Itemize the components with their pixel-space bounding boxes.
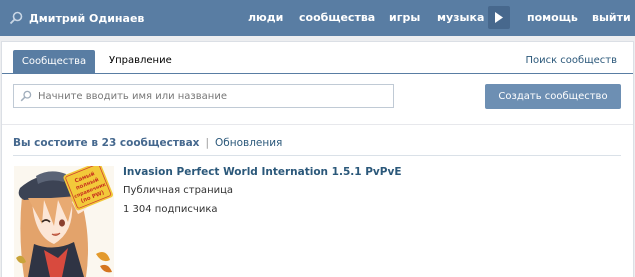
user-profile-link[interactable]: Дмитрий Одинаев bbox=[9, 0, 144, 36]
nav-people[interactable]: люди bbox=[248, 11, 283, 24]
tab-manage[interactable]: Управление bbox=[109, 55, 172, 66]
magnifier-icon bbox=[9, 11, 23, 25]
membership-summary: Вы состоите в 23 сообществах | Обновлени… bbox=[13, 137, 282, 149]
summary-separator: | bbox=[205, 137, 209, 149]
community-name-link[interactable]: Invasion Perfect World Internation 1.5.1… bbox=[123, 166, 402, 178]
nav-help[interactable]: помощь bbox=[527, 11, 578, 24]
search-input[interactable] bbox=[38, 90, 378, 102]
user-name[interactable]: Дмитрий Одинаев bbox=[29, 12, 144, 25]
anime-girl-avatar-image: Самый полный справочник (по PW) bbox=[14, 166, 114, 277]
divider bbox=[2, 124, 633, 125]
community-type: Публичная страница bbox=[123, 185, 234, 196]
nav-logout[interactable]: выйти bbox=[592, 11, 631, 24]
nav-more-button[interactable] bbox=[488, 6, 510, 29]
search-communities-link[interactable]: Поиск сообществ bbox=[525, 55, 617, 66]
community-subscribers: 1 304 подписчика bbox=[123, 204, 218, 215]
summary-divider bbox=[13, 155, 621, 156]
nav-games[interactable]: игры bbox=[389, 11, 420, 24]
create-community-button[interactable]: Создать сообщество bbox=[485, 84, 621, 109]
communities-panel: Сообщества Управление Поиск сообществ Со… bbox=[1, 41, 634, 277]
top-header: Дмитрий Одинаев люди сообщества игры муз… bbox=[0, 0, 635, 36]
nav-communities[interactable]: сообщества bbox=[299, 11, 375, 24]
nav-music[interactable]: музыка bbox=[437, 11, 484, 24]
tab-communities[interactable]: Сообщества bbox=[13, 50, 95, 73]
community-avatar[interactable]: Самый полный справочник (по PW) bbox=[14, 166, 114, 277]
tabs-divider bbox=[2, 73, 633, 74]
magnifier-icon bbox=[20, 90, 32, 102]
search-field[interactable] bbox=[13, 84, 394, 108]
membership-count: Вы состоите в 23 сообществах bbox=[13, 137, 200, 149]
play-arrow-icon bbox=[495, 12, 503, 23]
updates-link[interactable]: Обновления bbox=[215, 137, 282, 149]
